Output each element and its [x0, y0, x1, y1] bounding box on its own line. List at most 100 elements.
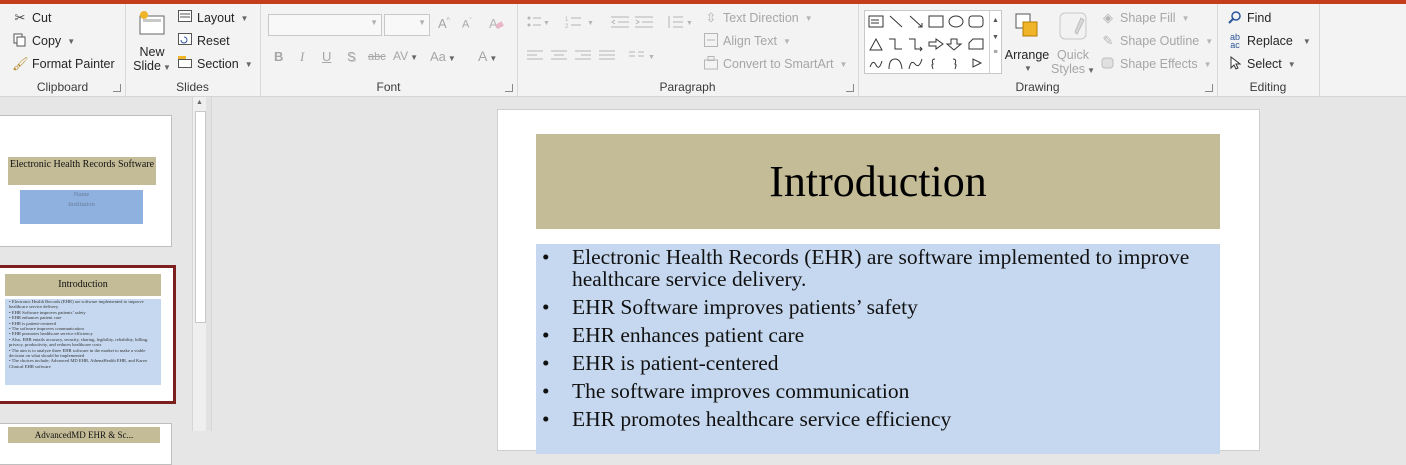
gallery-down-icon[interactable]: ▼ [990, 34, 1001, 41]
numbering-button[interactable]: 1 2 ▼ [565, 15, 595, 32]
svg-text:▼: ▼ [543, 20, 549, 27]
shape-effects-button[interactable]: Shape Effects ▼ [1100, 56, 1212, 72]
align-left-button[interactable] [527, 50, 543, 65]
italic-button[interactable]: I [300, 49, 304, 65]
thumbnail-bullet-item: • The choices include; Advanced MD EHR, … [9, 358, 148, 369]
layout-dropdown-icon: ▼ [240, 13, 249, 23]
underline-button[interactable]: U [322, 49, 331, 64]
gallery-up-icon[interactable]: ▲ [990, 17, 1001, 24]
quick-styles-label-2: Styles ▼ [1051, 62, 1095, 76]
convert-smartart-label: Convert to SmartArt [723, 57, 834, 71]
paragraph-dialog-launcher-icon[interactable] [846, 84, 854, 92]
section-dropdown-icon: ▼ [244, 59, 253, 69]
line-spacing-button[interactable]: ▼ [667, 15, 693, 32]
scroll-up-icon[interactable]: ▲ [196, 99, 203, 106]
font-size-dropdown-icon: ▼ [418, 18, 426, 27]
scrollbar-thumb[interactable] [195, 111, 206, 323]
layout-button[interactable]: Layout ▼ [177, 10, 248, 26]
section-label: Section [197, 57, 239, 71]
convert-smartart-button[interactable]: Convert to SmartArt ▼ [703, 56, 847, 72]
text-direction-icon: ⇳ [705, 10, 717, 25]
shape-effects-label: Shape Effects [1120, 57, 1198, 71]
change-case-button[interactable]: Aa ▼ [430, 49, 456, 64]
thumbnail-1-name: Name [73, 191, 90, 198]
gallery-more-icon[interactable]: ≡ [990, 49, 1001, 56]
thumbnail-bullet-item: • Also, EHR entails accuracy, security, … [9, 336, 149, 348]
shrink-font-button[interactable]: Aˇ [462, 18, 472, 31]
bold-button[interactable]: B [274, 49, 283, 64]
justify-button[interactable] [599, 50, 615, 65]
increase-indent-button[interactable] [635, 15, 653, 32]
slide-bullet-item: The software improves communication [536, 380, 1220, 402]
find-button[interactable]: Find [1227, 10, 1271, 26]
new-slide-label-2: Slide ▼ [133, 59, 171, 73]
shadow-button[interactable]: S [347, 49, 356, 64]
grow-font-button[interactable]: A^ [438, 16, 450, 31]
quick-styles-label-1: Quick [1057, 48, 1089, 62]
font-color-button[interactable]: A ▼ [478, 48, 497, 64]
copy-icon [12, 33, 28, 49]
slide-bullet-item: EHR enhances patient care [536, 324, 1220, 346]
replace-dropdown-icon[interactable]: ▼ [1303, 37, 1311, 46]
shapes-gallery[interactable]: ▲ ▼ ≡ [864, 10, 1002, 74]
strikethrough-button[interactable]: abc [368, 51, 386, 63]
new-slide-button[interactable]: New Slide ▼ [133, 10, 171, 75]
decrease-indent-button[interactable] [611, 15, 629, 32]
justify-icon [599, 50, 615, 65]
thumbnail-1-title: Electronic Health Records Software [8, 157, 156, 185]
drawing-dialog-launcher-icon[interactable] [1205, 84, 1213, 92]
section-button[interactable]: Section ▼ [177, 56, 253, 72]
text-direction-button[interactable]: ⇳ Text Direction ▼ [703, 10, 813, 26]
shapes-gallery-scroll[interactable]: ▲ ▼ ≡ [989, 11, 1001, 73]
editing-group: Find ab ac Replace ▼ Select ▼ Editing [1217, 4, 1320, 96]
layout-label: Layout [197, 11, 235, 25]
new-slide-label-1: New [139, 45, 165, 59]
thumbnail-2-bullet-list: • Electronic Health Records (EHR) are so… [5, 299, 161, 369]
columns-button[interactable]: ▼ [629, 50, 657, 65]
copy-button[interactable]: Copy ▼ [12, 33, 75, 49]
arrange-button[interactable]: Arrange ▼ [1004, 10, 1050, 76]
format-painter-button[interactable]: 🖌 Format Painter [12, 56, 115, 72]
paintbrush-icon: 🖌 [12, 56, 29, 71]
svg-text:▼: ▼ [587, 20, 594, 27]
arrange-icon [1012, 10, 1042, 45]
shape-fill-button[interactable]: ◈ Shape Fill ▼ [1100, 10, 1190, 26]
editing-group-label: Editing [1249, 80, 1287, 94]
current-slide[interactable]: Introduction Electronic Health Records (… [497, 109, 1260, 454]
text-direction-label: Text Direction [723, 11, 799, 25]
quick-styles-button[interactable]: Quick Styles ▼ [1050, 10, 1096, 78]
slide-thumbnail-3[interactable]: AdvancedMD EHR & Sc... [0, 423, 172, 465]
align-right-button[interactable] [575, 50, 591, 65]
clear-formatting-button[interactable]: A [488, 15, 504, 34]
slides-group: New Slide ▼ Layout ▼ Reset Section ▼ Slid… [125, 4, 261, 96]
cut-button[interactable]: ✂ Cut [12, 10, 52, 26]
character-spacing-button[interactable]: AV ▼ [393, 49, 418, 63]
copy-dropdown-icon[interactable]: ▼ [67, 37, 75, 46]
shape-outline-label: Shape Outline [1120, 34, 1200, 48]
thumbnail-1-subtitle-box: Name Institution [20, 190, 143, 224]
align-text-label: Align Text [723, 34, 777, 48]
replace-button[interactable]: ab ac Replace ▼ [1227, 33, 1311, 50]
svg-text:▼: ▼ [648, 54, 655, 61]
slide-thumbnail-1[interactable]: Electronic Health Records Software Name … [0, 115, 172, 247]
align-text-button[interactable]: Align Text ▼ [703, 33, 791, 49]
slide-thumbnail-2[interactable]: Introduction • Electronic Health Records… [0, 265, 176, 404]
slide-title[interactable]: Introduction [536, 134, 1220, 229]
paragraph-group: ▼ 1 2 ▼ ▼ ▼ ⇳ Text Direction ▼ Align Text ▼ … [517, 4, 859, 96]
bullets-button[interactable]: ▼ [527, 15, 550, 32]
reset-icon [177, 33, 193, 49]
reset-button[interactable]: Reset [177, 33, 230, 49]
align-center-button[interactable] [551, 50, 567, 65]
format-painter-label: Format Painter [32, 57, 115, 71]
slide-bullet-item: EHR Software improves patients’ safety [536, 296, 1220, 318]
clipboard-dialog-launcher-icon[interactable] [113, 84, 121, 92]
font-dialog-launcher-icon[interactable] [505, 84, 513, 92]
clear-formatting-icon: A [488, 16, 504, 34]
thumbnail-scrollbar[interactable]: ▲ [192, 97, 207, 431]
slide-body-placeholder[interactable]: Electronic Health Records (EHR) are soft… [536, 244, 1220, 454]
select-button[interactable]: Select ▼ [1227, 55, 1296, 72]
font-size-combo[interactable]: ▼ [384, 14, 430, 36]
select-label: Select [1247, 57, 1282, 71]
shape-outline-button[interactable]: ✎ Shape Outline ▼ [1100, 33, 1214, 49]
font-family-combo[interactable]: ▼ [268, 14, 382, 36]
